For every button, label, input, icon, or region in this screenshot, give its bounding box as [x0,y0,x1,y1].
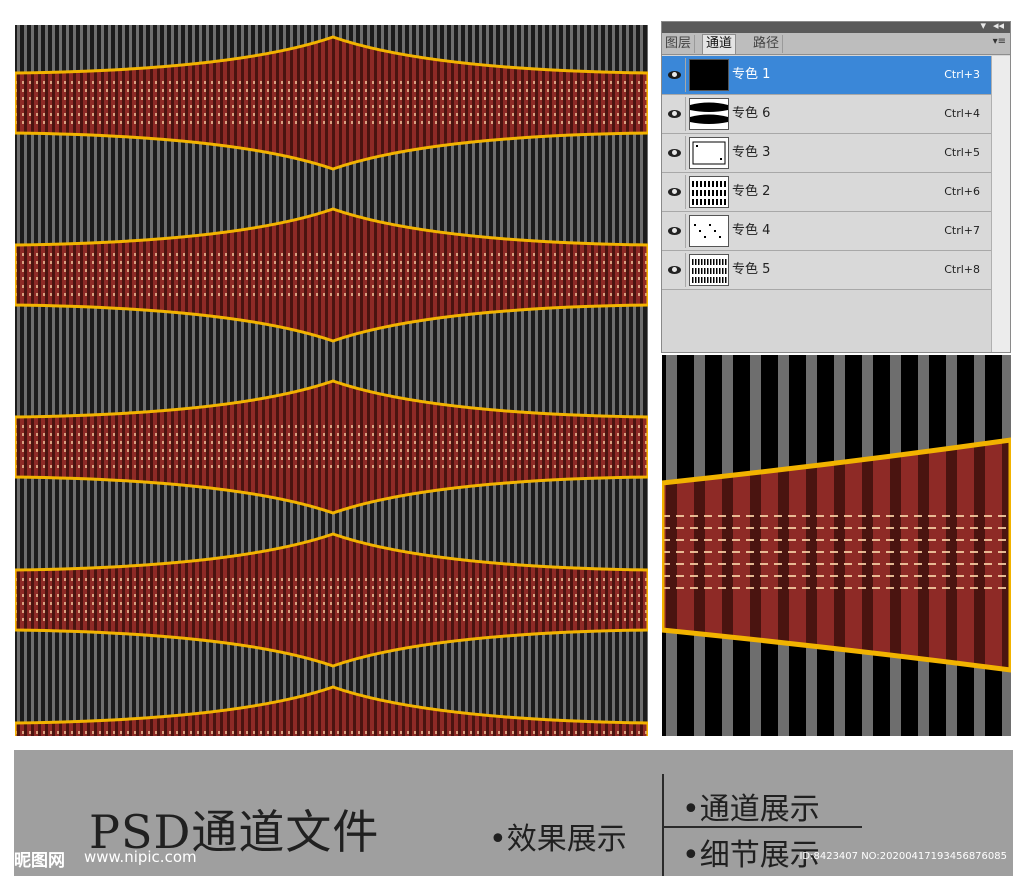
channel-row[interactable]: 专色 3 Ctrl+5 [662,134,992,173]
detail-pattern-preview [662,355,1011,736]
channel-row[interactable]: 专色 1 Ctrl+3 [662,56,992,95]
watermark-id: ID:8423407 NO:20200417193456876085 [799,851,1007,862]
channels-panel: ▾ ◂◂ 图层 通道 路径 ▾≡ 专色 1 Ctrl+3 专色 6 Ctrl+4 专色 … [661,19,1011,353]
bullet-channel-display: •通道展示 [682,792,820,827]
channel-shortcut: Ctrl+3 [944,68,980,81]
channel-shortcut: Ctrl+4 [944,107,980,120]
channel-shortcut: Ctrl+8 [944,263,980,276]
tab-channels[interactable]: 通道 [702,34,737,54]
channel-name: 专色 6 [732,106,771,121]
channel-shortcut: Ctrl+5 [944,146,980,159]
eye-icon[interactable] [664,58,686,92]
channel-row[interactable]: 专色 2 Ctrl+6 [662,173,992,212]
eye-icon[interactable] [664,136,686,170]
double-chevron-left-icon[interactable]: ◂◂ [993,19,1004,33]
channel-row[interactable]: 专色 4 Ctrl+7 [662,212,992,251]
channel-name: 专色 3 [732,145,771,160]
channel-list: 专色 1 Ctrl+3 专色 6 Ctrl+4 专色 3 Ctrl+5 专色 2 Ctrl+6… [662,56,992,290]
eye-icon[interactable] [664,253,686,287]
caption-divider-vertical [662,774,664,876]
panel-dropdown-icon[interactable]: ▾ [980,19,986,33]
panel-tab-bar: 图层 通道 路径 ▾≡ [662,33,1010,55]
watermark-url: www.nipic.com [84,848,197,866]
channel-thumbnail [689,98,729,130]
channel-row[interactable]: 专色 6 Ctrl+4 [662,95,992,134]
eye-icon[interactable] [664,175,686,209]
tab-layers[interactable]: 图层 [662,35,696,53]
eye-icon[interactable] [664,214,686,248]
channel-name: 专色 1 [732,67,771,82]
main-pattern-preview [15,25,648,736]
caption-bar: PSD通道文件 •效果展示 •通道展示 •细节展示 昵图网 www.nipic.… [14,750,1013,876]
panel-menu-icon[interactable]: ▾≡ [993,36,1006,47]
eye-icon[interactable] [664,97,686,131]
channel-name: 专色 2 [732,184,771,199]
tab-paths[interactable]: 路径 [750,35,784,53]
channel-row[interactable]: 专色 5 Ctrl+8 [662,251,992,290]
panel-scrollbar[interactable] [991,56,1010,352]
channel-name: 专色 5 [732,262,771,277]
channel-thumbnail [689,176,729,208]
bullet-effect-display: •效果展示 [489,822,627,857]
panel-title-bar: ▾ ◂◂ [662,19,1010,33]
channel-shortcut: Ctrl+6 [944,185,980,198]
channel-thumbnail [689,137,729,169]
watermark-logo: 昵图网 [14,851,65,871]
channel-thumbnail [689,254,729,286]
channel-thumbnail [689,59,729,91]
channel-thumbnail [689,215,729,247]
channel-shortcut: Ctrl+7 [944,224,980,237]
channel-name: 专色 4 [732,223,771,238]
